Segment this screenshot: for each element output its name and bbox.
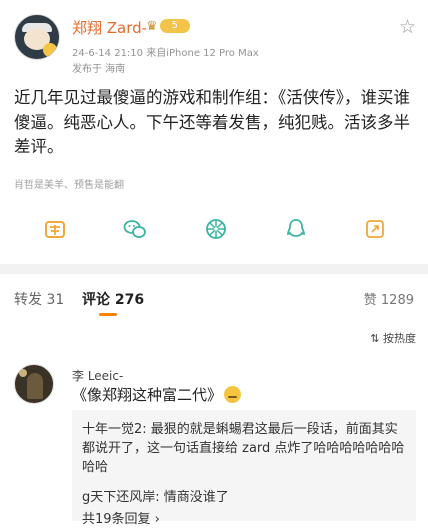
moments-icon[interactable] bbox=[203, 216, 229, 242]
section-divider bbox=[0, 264, 428, 274]
sort-toggle[interactable]: ⇅ 按热度 bbox=[370, 330, 416, 346]
liked-by-line[interactable]: 肖哲是美羊、预售是能翻 bbox=[14, 176, 124, 191]
level-badge: 5 bbox=[159, 19, 190, 33]
author-username[interactable]: 郑翔 Zard- bbox=[72, 17, 147, 38]
post-location: 发布于 海南 bbox=[72, 64, 126, 75]
post-header: 郑翔 Zard- ♛ 5 24-6-14 21:10 来自iPhone 12 P… bbox=[0, 0, 428, 80]
post-content: 近几年见过最傻逼的游戏和制作组：《活侠传》，谁买谁傻逼。纯恶心人。下午还等着发售… bbox=[14, 88, 410, 156]
reward-icon[interactable] bbox=[42, 216, 68, 242]
post-device: 来自iPhone 12 Pro Max bbox=[146, 48, 259, 59]
sort-icon: ⇅ bbox=[370, 332, 380, 345]
wechat-icon[interactable] bbox=[122, 216, 148, 242]
commenter-avatar[interactable] bbox=[14, 364, 54, 404]
tab-repost[interactable]: 转发 31 bbox=[14, 289, 64, 309]
commenter-username[interactable]: 李 Leeic- bbox=[72, 367, 123, 384]
vip-badge[interactable]: ♛ 5 bbox=[146, 18, 190, 34]
crown-icon: ♛ bbox=[146, 18, 158, 34]
comment-text: 《像郑翔这种富二代》 bbox=[72, 384, 242, 405]
post-meta: 24-6-14 21:10 来自iPhone 12 Pro Max bbox=[72, 44, 259, 59]
replies-box[interactable]: 十年一觉2: 最狠的就是蝌蝪君这最后一段话，前面其实都说开了，这一句话直接给 z… bbox=[72, 410, 416, 527]
emoji-icon bbox=[224, 386, 242, 403]
tab-comments[interactable]: 评论 276 bbox=[82, 289, 144, 309]
reply-item[interactable]: 十年一觉2: 最狠的就是蝌蝪君这最后一段话，前面其实都说开了，这一句话直接给 z… bbox=[82, 420, 408, 477]
favorite-star-icon[interactable]: ☆ bbox=[399, 18, 416, 37]
active-tab-indicator bbox=[99, 313, 117, 316]
qq-icon[interactable] bbox=[283, 216, 309, 242]
author-avatar[interactable] bbox=[14, 14, 60, 60]
share-action-row bbox=[0, 212, 428, 244]
post-timestamp: 24-6-14 21:10 bbox=[72, 48, 144, 59]
detail-tabs: 转发 31 评论 276 赞 1289 bbox=[0, 274, 428, 320]
view-more-replies[interactable]: 共19条回复 › bbox=[82, 510, 408, 529]
copy-link-icon[interactable] bbox=[362, 216, 388, 242]
reply-item[interactable]: g天下还风岸: 情商没谁了 bbox=[82, 488, 408, 507]
tab-likes[interactable]: 赞 1289 bbox=[364, 289, 414, 308]
